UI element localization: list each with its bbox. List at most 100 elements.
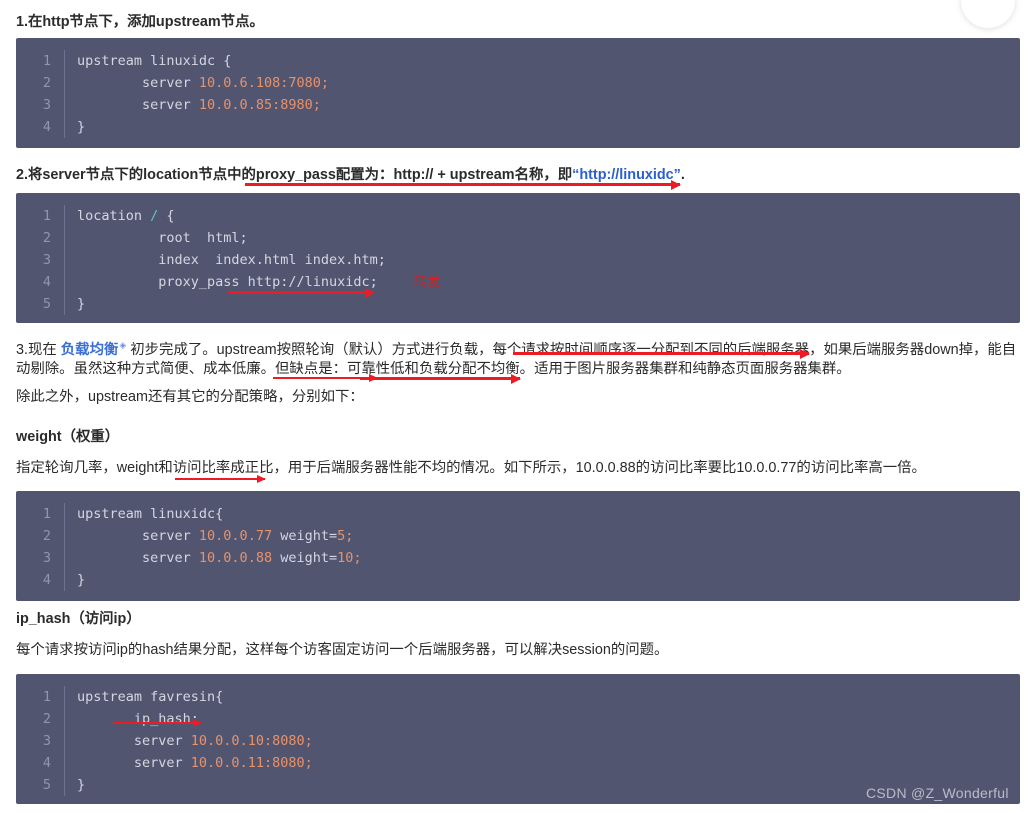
code-token: server: [77, 97, 199, 113]
code-line: 5}: [16, 293, 1020, 315]
code-line-number: 3: [42, 550, 51, 566]
code-token: 10.0.6.108:7080: [198, 75, 321, 91]
code-line-text: }: [64, 293, 1020, 315]
code-line-number: 2: [42, 75, 51, 91]
code-line-number: 1: [42, 208, 51, 224]
code-line: 4 server 10.0.0.11:8080;: [16, 752, 1020, 774]
weight-title: weight（权重）: [16, 429, 120, 445]
code-line-text: }: [64, 116, 1020, 138]
code-line: 1 upstream favresin{: [16, 686, 1020, 708]
code-line-number: 4: [42, 572, 51, 588]
code-token: weight=: [272, 528, 338, 544]
step1-heading: 1.在http节点下，添加upstream节点。: [16, 14, 264, 30]
code-line-text: server 10.0.0.88 weight=10;: [64, 547, 1020, 569]
code-token: server: [77, 550, 199, 566]
arrow-upstream-name: [245, 179, 681, 190]
code-line-number: 5: [42, 777, 51, 793]
code-token: {: [158, 208, 175, 224]
code-line-number: 2: [42, 528, 51, 544]
code-line: 3 index index.html index.htm;: [16, 249, 1020, 271]
code-line: 4 proxy_pass http://linuxidc; 转发: [16, 271, 1020, 293]
code-token: }: [77, 296, 86, 312]
code-line-number: 1: [42, 689, 51, 705]
code-token: }: [77, 119, 86, 135]
code-block-3-lines: 1 upstream linuxidc{ 2 server 10.0.0.77 we…: [16, 491, 1020, 601]
code-line-number: 4: [42, 274, 51, 290]
code-line-text: server 10.0.6.108:7080;: [64, 72, 1020, 94]
code-line-text: upstream linuxidc{: [64, 503, 1020, 525]
step2-heading-post: .: [680, 167, 685, 183]
code-line-number: 4: [42, 755, 51, 771]
code-token: 10.0.0.10:8080: [190, 733, 305, 749]
code-token: upstream linuxidc {: [77, 53, 232, 69]
step3-line1-rest: 初步完成了。upstream按照轮询（默认）方式进行负载，每个请求按时间顺序逐一…: [126, 341, 1017, 358]
code-token: ;: [312, 97, 321, 113]
code-line: 2 ip_hash;: [16, 708, 1020, 730]
code-line: 1 upstream linuxidc{: [16, 503, 1020, 525]
article-page: 1.在http节点下，添加upstream节点。 1 upstream linux…: [0, 0, 1033, 813]
code-block-1-lines: 1 upstream linuxidc {2 server 10.0.6.108:…: [16, 38, 1020, 148]
code-line-text: index index.html index.htm;: [64, 249, 1020, 271]
code-token: weight=: [272, 550, 338, 566]
arrow-weight-ratio: [175, 475, 266, 483]
code-line-text: server 10.0.0.85:8980;: [64, 94, 1020, 116]
arrow-reliability-low: [360, 373, 521, 384]
code-line: 2 root html;: [16, 227, 1020, 249]
code-block-2-lines: 1 location / {2 root html; 3 index index.h…: [16, 193, 1020, 323]
code-line-text: }: [64, 569, 1020, 591]
step2-heading-link[interactable]: “http://linuxidc”: [572, 167, 681, 183]
code-token: 转发: [377, 274, 440, 289]
code-token: 10.0.0.88: [198, 550, 273, 566]
code-line-number: 4: [42, 119, 51, 135]
ip-hash-desc: 每个请求按访问ip的hash结果分配，这样每个访客固定访问一个后端服务器，可以解…: [16, 642, 669, 658]
load-balance-link[interactable]: 负载均衡: [61, 342, 119, 358]
code-line-text: upstream favresin{: [64, 686, 1020, 708]
code-token: 10: [337, 550, 354, 566]
code-block-weight: 1 upstream linuxidc{ 2 server 10.0.0.77 we…: [16, 491, 1020, 601]
code-line-number: 2: [42, 711, 51, 727]
ip-hash-title: ip_hash（访问ip）: [16, 611, 141, 627]
code-line-text: location / {: [64, 205, 1020, 227]
code-token: 10.0.0.11:8080: [190, 755, 305, 771]
code-line-number: 5: [42, 296, 51, 312]
code-token: server: [77, 733, 191, 749]
code-line-number: 3: [42, 252, 51, 268]
code-line-text: ip_hash;: [64, 708, 1020, 730]
code-line: 4}: [16, 116, 1020, 138]
code-line: 2 server 10.0.0.77 weight=5;: [16, 525, 1020, 547]
arrow-request-order: [513, 348, 810, 359]
code-token: upstream linuxidc{: [77, 506, 224, 522]
step3-line3: 除此之外，upstream还有其它的分配策略，分别如下：: [16, 389, 364, 405]
code-token: server: [77, 75, 199, 91]
code-token: }: [77, 777, 86, 793]
arrow-ip-hash: [113, 719, 202, 727]
code-line-text: server 10.0.0.77 weight=5;: [64, 525, 1020, 547]
step3-pre: 3.现在: [16, 341, 61, 358]
code-token: }: [77, 572, 86, 588]
code-line: 3 server 10.0.0.85:8980;: [16, 94, 1020, 116]
code-token: upstream favresin{: [77, 689, 224, 705]
code-block-location-proxy: 1 location / {2 root html; 3 index index.h…: [16, 193, 1020, 323]
code-token: ;: [304, 755, 313, 771]
code-line-text: upstream linuxidc {: [64, 50, 1020, 72]
code-token: location: [77, 208, 151, 224]
weight-desc: 指定轮询几率，weight和访问比率成正比，用于后端服务器性能不均的情况。如下所…: [16, 460, 926, 476]
code-line-number: 1: [42, 506, 51, 522]
code-token: ;: [304, 733, 313, 749]
code-token: server: [77, 528, 199, 544]
code-token: ;: [345, 528, 354, 544]
code-line: 3 server 10.0.0.10:8080;: [16, 730, 1020, 752]
code-token: ;: [320, 75, 329, 91]
code-line: 2 server 10.0.6.108:7080;: [16, 72, 1020, 94]
code-token: 10.0.0.77: [198, 528, 273, 544]
code-token: ip_hash;: [77, 711, 199, 727]
code-line-number: 2: [42, 230, 51, 246]
code-line-text: server 10.0.0.10:8080;: [64, 730, 1020, 752]
code-token: index index.html index.htm;: [77, 252, 386, 268]
code-line-text: server 10.0.0.11:8080;: [64, 752, 1020, 774]
code-token: server: [77, 755, 191, 771]
csdn-watermark: CSDN @Z_Wonderful: [866, 785, 1009, 801]
floating-action-circle[interactable]: [961, 0, 1015, 28]
step2-heading-pre: 2.将server节点下的location节点中的proxy_pass配置为：h…: [16, 167, 573, 183]
code-line-text: root html;: [64, 227, 1020, 249]
